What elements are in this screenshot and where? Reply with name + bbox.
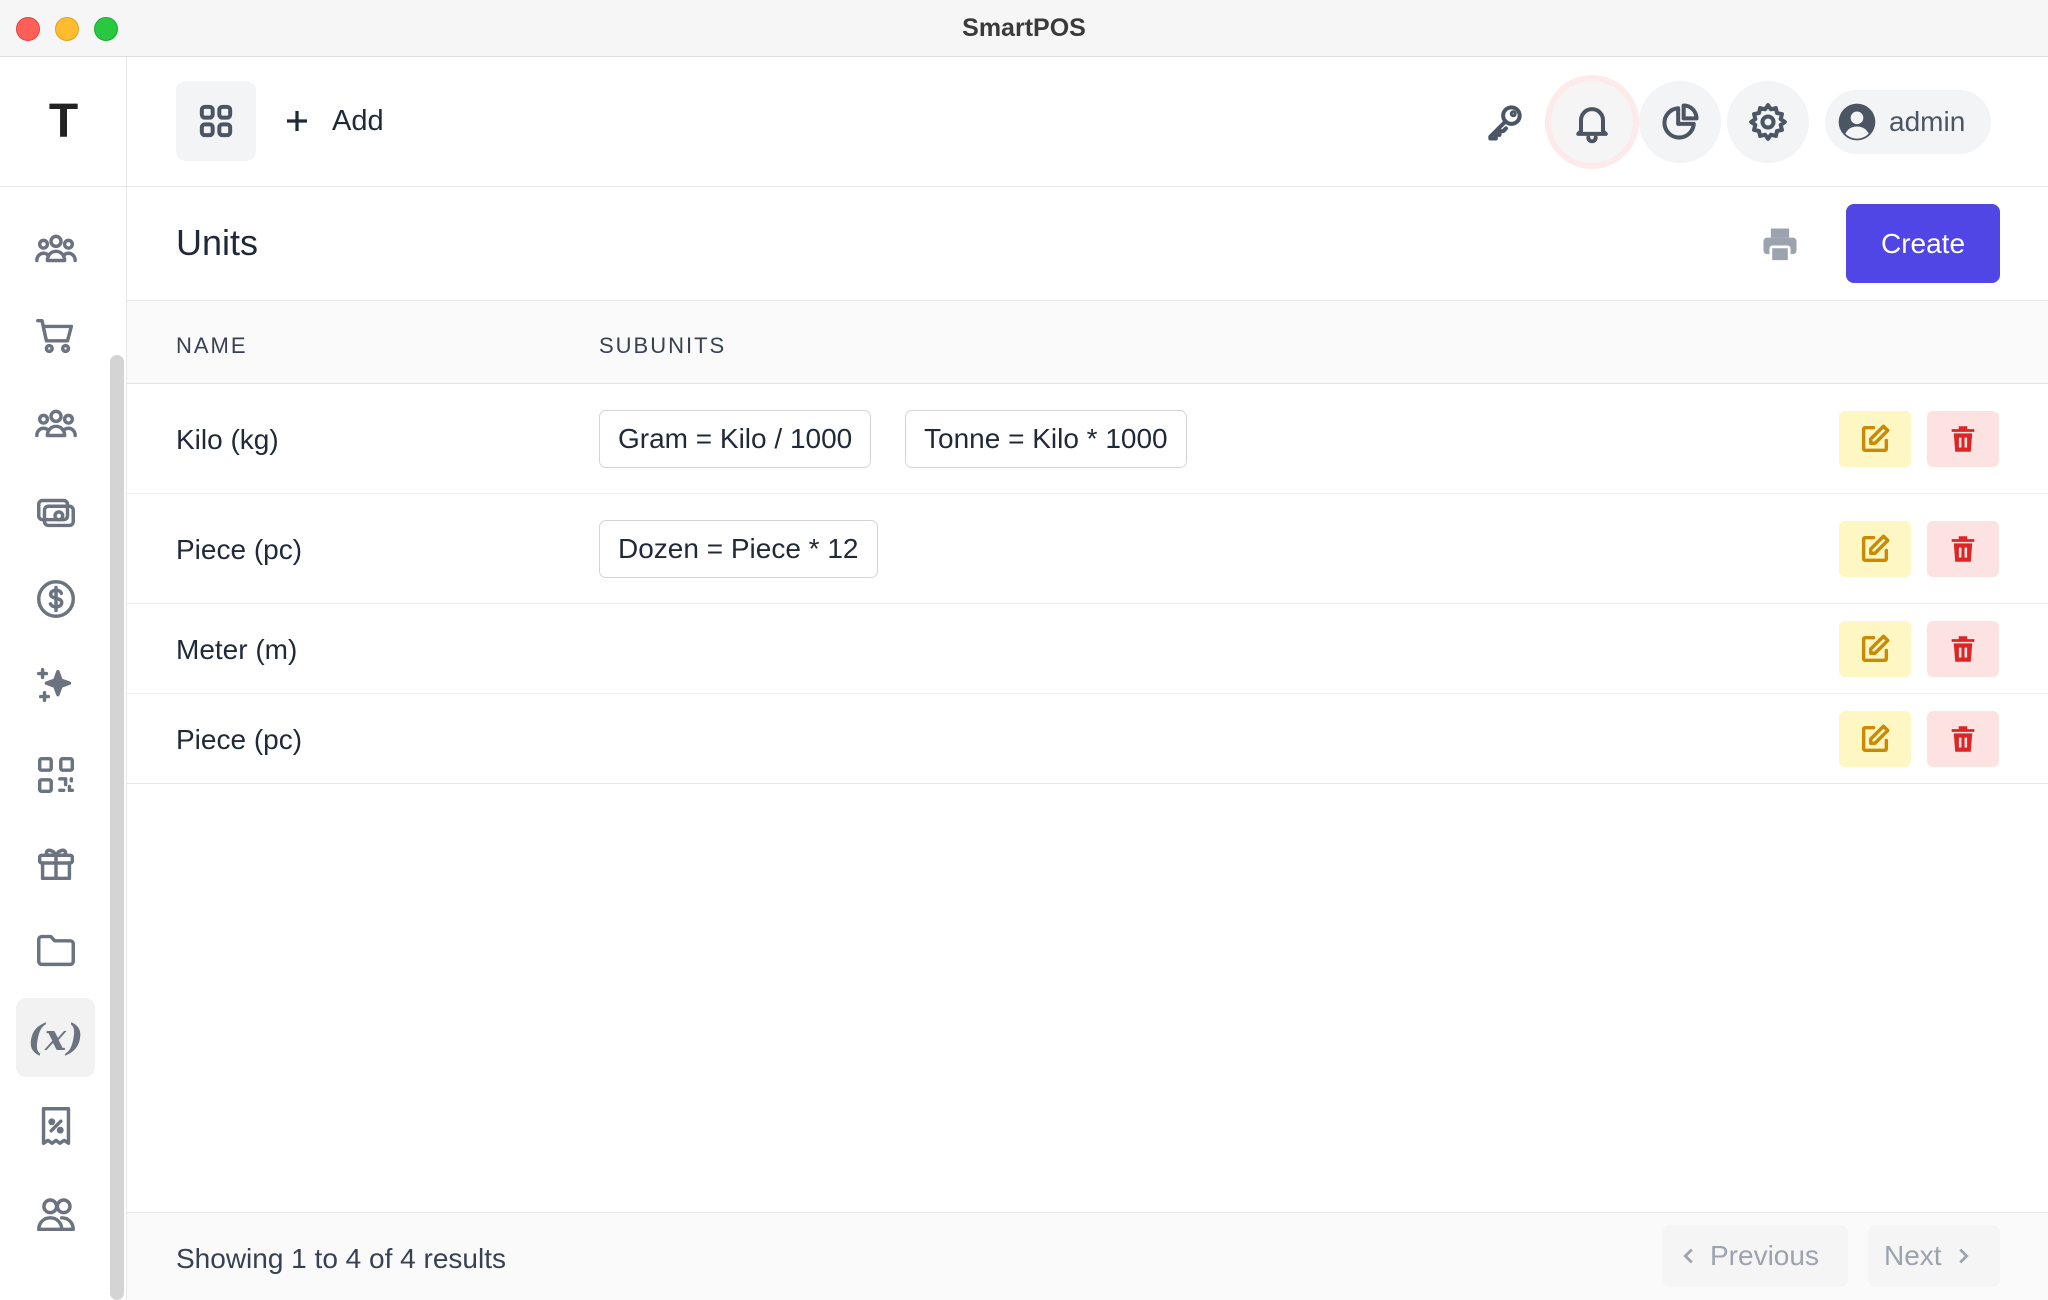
reports-button[interactable] [1639,81,1721,163]
sidebar-item-payments[interactable] [16,472,95,551]
edit-icon [1861,424,1890,453]
unit-name: Meter (m) [176,634,298,665]
edit-button[interactable] [1839,711,1911,767]
sidebar-item-cart[interactable] [16,296,95,375]
delete-button[interactable] [1927,521,1999,577]
gear-icon [1749,103,1787,141]
user-menu-button[interactable]: admin [1825,90,1991,154]
sidebar-item-finance[interactable] [16,559,95,638]
page-header: Units Create [127,187,2048,301]
sidebar-item-barcodes[interactable] [16,735,95,814]
users-group-icon [34,234,77,262]
trash-icon [1951,426,1975,452]
unit-name: Kilo (kg) [176,424,279,455]
app-logo[interactable]: T [49,94,78,149]
sidebar-item-gift-cards[interactable] [16,823,95,902]
sidebar-item-units[interactable]: (x) [16,998,95,1077]
chevron-left-icon [1683,1248,1693,1264]
chevron-right-icon [1958,1248,1969,1264]
folder-icon [36,934,75,966]
license-key-button[interactable] [1464,81,1546,163]
grid-icon [199,104,233,138]
column-header-subunits[interactable]: SUBUNITS [599,333,726,359]
edit-button[interactable] [1839,411,1911,467]
subunit-chip: Tonne = Kilo * 1000 [905,410,1187,468]
table-row: Kilo (kg) Gram = Kilo / 1000 Tonne = Kil… [127,384,2048,494]
table-row: Piece (pc) [127,694,2048,784]
bell-icon [1576,107,1608,144]
table-header: NAME SUBUNITS [127,301,2048,384]
trash-icon [1951,636,1975,662]
sidebar-item-suppliers[interactable] [16,384,95,463]
app-grid-button[interactable] [176,81,256,161]
user-name: admin [1889,106,1966,137]
previous-label: Previous [1710,1240,1819,1271]
delete-button[interactable] [1927,711,1999,767]
subunit-chip: Dozen = Piece * 12 [599,520,878,578]
key-icon [1488,105,1522,141]
sparkles-icon [36,667,71,702]
printer-icon [1763,228,1797,263]
users-icon [36,1197,75,1231]
top-header: Add admin [127,57,2048,187]
edit-icon [1861,534,1890,563]
edit-button[interactable] [1839,621,1911,677]
edit-icon [1861,634,1890,663]
next-label: Next [1884,1240,1942,1271]
dollar-circle-icon [36,579,75,618]
delete-button[interactable] [1927,411,1999,467]
variable-icon: (x) [27,1016,84,1059]
window-title: SmartPOS [962,14,1086,42]
sidebar-item-categories[interactable] [16,910,95,989]
create-button[interactable]: Create [1846,204,2000,283]
subunit-chip: Gram = Kilo / 1000 [599,410,872,468]
title-bar: SmartPOS [0,0,2048,57]
cart-icon [35,318,73,353]
next-page-button[interactable]: Next [1868,1225,2000,1287]
column-header-name[interactable]: NAME [176,333,248,359]
add-button[interactable]: Add [282,97,384,145]
table-footer: Showing 1 to 4 of 4 results Previous Nex… [127,1212,2048,1300]
results-summary: Showing 1 to 4 of 4 results [176,1243,506,1274]
trash-icon [1951,726,1975,752]
previous-page-button[interactable]: Previous [1662,1225,1848,1287]
logo-area: T [0,57,127,187]
unit-name: Piece (pc) [176,724,303,755]
gift-icon [37,848,74,880]
sidebar-item-customers[interactable] [16,209,95,288]
app-window: SmartPOS T (x) Add admin Units Create NA… [0,0,2048,1300]
settings-button[interactable] [1727,81,1809,163]
receipt-percent-icon [41,1106,70,1145]
page-title: Units [176,222,259,263]
sidebar-scrollbar[interactable] [110,355,124,1300]
table-row: Piece (pc) Dozen = Piece * 12 [127,494,2048,604]
delete-button[interactable] [1927,621,1999,677]
add-button-label: Add [332,104,384,137]
print-button[interactable] [1755,220,1805,270]
trash-icon [1951,536,1975,562]
user-avatar-icon [1838,103,1876,141]
qr-code-icon [37,756,74,793]
unit-name: Piece (pc) [176,534,303,565]
cash-icon [36,498,75,527]
edit-button[interactable] [1839,521,1911,577]
main-content: Units Create NAME SUBUNITS Kilo (kg) Gra… [127,187,2048,1300]
plus-icon [287,111,307,131]
sidebar: T (x) [0,57,127,1300]
sidebar-item-users[interactable] [16,1174,95,1253]
notifications-button[interactable] [1551,81,1633,163]
edit-icon [1861,724,1890,753]
users-group-icon [34,409,77,437]
sidebar-item-taxes[interactable] [16,1086,95,1165]
table-row: Meter (m) [127,604,2048,694]
sidebar-item-ai[interactable] [16,647,95,726]
pie-chart-icon [1662,103,1699,140]
